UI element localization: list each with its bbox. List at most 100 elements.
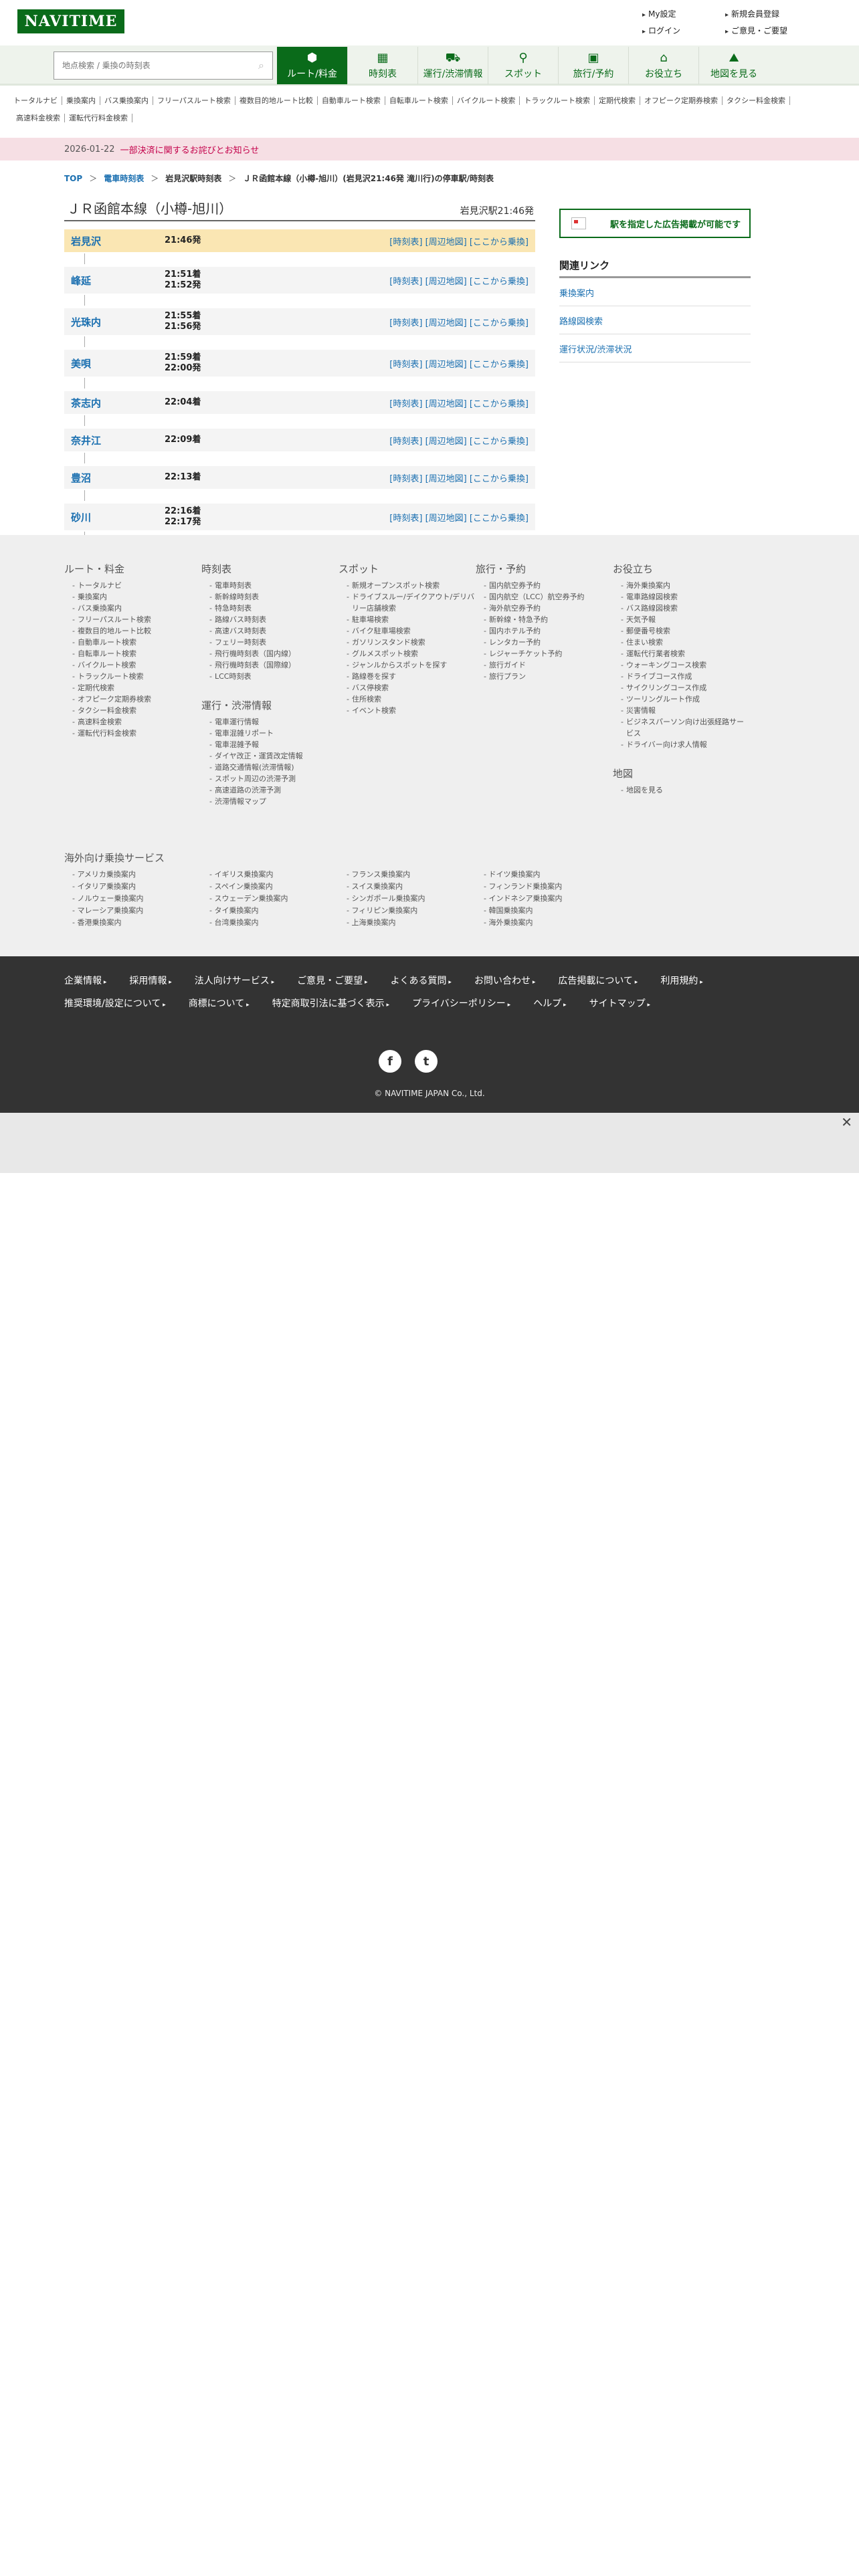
footer-link[interactable]: 飛行機時刻表（国際線） [201,659,339,671]
footer-link[interactable]: 住まい検索 [613,637,750,648]
footer-link[interactable]: ドライバー向け求人情報 [613,739,750,750]
footer-bottom-link[interactable]: よくある質問 [391,974,452,987]
overseas-link[interactable]: 韓国乗換案内 [476,905,613,917]
overseas-link[interactable]: フィリピン乗換案内 [339,905,476,917]
overseas-link[interactable]: 海外乗換案内 [476,917,613,929]
my-settings-link[interactable]: My設定 [642,8,725,19]
footer-link[interactable]: トラックルート検索 [64,671,201,682]
footer-link[interactable]: ビジネスパーソン向け出張経路サービス [613,716,750,739]
related-link-transfer[interactable]: 乗換案内 [559,278,751,306]
navitime-logo[interactable]: NAVITIME [17,9,124,33]
footer-bottom-link[interactable]: プライバシーポリシー [412,996,510,1010]
related-link-route-map[interactable]: 路線図検索 [559,306,751,334]
footer-link[interactable]: スポット周辺の渋滞予測 [201,773,339,784]
footer-link[interactable]: 駐車場検索 [339,614,476,625]
tab-travel[interactable]: ▣ 旅行/予約 [558,47,628,84]
station-name-link[interactable]: 茶志内 [71,396,165,410]
overseas-link[interactable]: フランス乗換案内 [339,869,476,881]
overseas-link[interactable]: スイス乗換案内 [339,881,476,893]
footer-link[interactable]: イベント検索 [339,705,476,716]
subnav-link[interactable]: タクシー料金検索 [723,96,791,105]
footer-link[interactable]: 乗換案内 [64,591,201,603]
subnav-link[interactable]: 定期代検索 [595,96,641,105]
breadcrumb-top[interactable]: TOP [64,174,82,183]
station-action-links[interactable]: [時刻表] [周辺地図] [ここから乗換] [272,316,529,328]
footer-link[interactable]: 道路交通情報(渋滞情報) [201,762,339,773]
footer-link[interactable]: ジャンルからスポットを探す [339,659,476,671]
footer-link[interactable]: 新幹線時刻表 [201,591,339,603]
footer-link[interactable]: サイクリングコース作成 [613,682,750,693]
subnav-link[interactable]: バス乗換案内 [100,96,153,105]
footer-bottom-link[interactable]: 商標について [189,996,250,1010]
footer-bottom-link[interactable]: サイトマップ [589,996,650,1010]
footer-link[interactable]: トータルナビ [64,580,201,591]
overseas-link[interactable]: インドネシア乗換案内 [476,893,613,905]
station-name-link[interactable]: 岩見沢 [71,234,165,248]
station-action-links[interactable]: [時刻表] [周辺地図] [ここから乗換] [272,471,529,484]
footer-link[interactable]: レンタカー予約 [476,637,613,648]
footer-link[interactable]: バイクルート検索 [64,659,201,671]
station-name-link[interactable]: 光珠内 [71,315,165,329]
subnav-link[interactable]: トータルナビ [12,96,62,105]
footer-link[interactable]: LCC時刻表 [201,671,339,682]
overseas-link[interactable]: 台湾乗換案内 [201,917,339,929]
notice-link[interactable]: 一部決済に関するお詫びとお知らせ [120,143,260,156]
footer-link[interactable]: バス路線図検索 [613,603,750,614]
station-action-links[interactable]: [時刻表] [周辺地図] [ここから乗換] [272,274,529,287]
footer-link[interactable]: 国内航空（LCC）航空券予約 [476,591,613,603]
station-name-link[interactable]: 奈井江 [71,433,165,447]
subnav-link[interactable]: オフピーク定期券検索 [640,96,723,105]
footer-bottom-link[interactable]: 法人向けサービス [195,974,274,987]
footer-link[interactable]: 国内ホテル予約 [476,625,613,637]
overseas-link[interactable]: イギリス乗換案内 [201,869,339,881]
footer-link[interactable]: 高速料金検索 [64,716,201,728]
station-name-link[interactable]: 豊沼 [71,471,165,485]
footer-link[interactable]: ツーリングルート作成 [613,693,750,705]
search-icon[interactable]: ⌕ [258,59,264,72]
breadcrumb-train-timetable[interactable]: 電車時刻表 [104,173,144,184]
overseas-link[interactable]: イタリア乗換案内 [64,881,201,893]
footer-link[interactable]: 自動車ルート検索 [64,637,201,648]
footer-link[interactable]: 電車混雑リポート [201,728,339,739]
footer-link[interactable]: 海外乗換案内 [613,580,750,591]
footer-link[interactable]: ガソリンスタンド検索 [339,637,476,648]
station-name-link[interactable]: 砂川 [71,510,165,524]
footer-bottom-link[interactable]: 特定商取引法に基づく表示 [272,996,389,1010]
footer-link[interactable]: 旅行プラン [476,671,613,682]
footer-link[interactable]: ウォーキングコース検索 [613,659,750,671]
footer-link[interactable]: 電車路線図検索 [613,591,750,603]
station-name-link[interactable]: 峰延 [71,274,165,288]
footer-link[interactable]: 飛行機時刻表（国内線） [201,648,339,659]
footer-link[interactable]: 郵便番号検索 [613,625,750,637]
close-icon[interactable]: ✕ [841,1114,852,1130]
overseas-link[interactable]: タイ乗換案内 [201,905,339,917]
footer-link[interactable]: 災害情報 [613,705,750,716]
footer-bottom-link[interactable]: 採用情報 [129,974,171,987]
tab-map[interactable]: ⛰ 地図を見る [698,47,769,84]
tab-spot[interactable]: ⚲ スポット [488,47,558,84]
footer-bottom-link[interactable]: 推奨環境/設定について [64,996,166,1010]
footer-link[interactable]: ドライブコース作成 [613,671,750,682]
footer-link[interactable]: タクシー料金検索 [64,705,201,716]
footer-link[interactable]: バス停検索 [339,682,476,693]
footer-link[interactable]: 旅行ガイド [476,659,613,671]
footer-link[interactable]: レジャーチケット予約 [476,648,613,659]
subnav-link[interactable]: フリーパスルート検索 [153,96,235,105]
overseas-link[interactable]: フィンランド乗換案内 [476,881,613,893]
subnav-link[interactable]: 複数目的地ルート比較 [235,96,318,105]
footer-link[interactable]: 運転代行料金検索 [64,728,201,739]
overseas-link[interactable]: ドイツ乗換案内 [476,869,613,881]
overseas-link[interactable]: スウェーデン乗換案内 [201,893,339,905]
twitter-icon[interactable]: t [415,1050,438,1073]
feedback-link[interactable]: ご意見・ご要望 [725,25,819,36]
footer-link[interactable]: 複数目的地ルート比較 [64,625,201,637]
subnav-link[interactable]: バイクルート検索 [452,96,520,105]
breadcrumb-station[interactable]: 岩見沢駅時刻表 [165,173,221,184]
footer-link[interactable]: フェリー時刻表 [201,637,339,648]
footer-bottom-link[interactable]: 利用規約 [660,974,702,987]
footer-link[interactable]: 高速道路の渋滞予測 [201,784,339,796]
footer-link[interactable]: 路線巻を探す [339,671,476,682]
footer-link[interactable]: オフピーク定期券検索 [64,693,201,705]
facebook-icon[interactable]: f [379,1050,401,1073]
footer-link[interactable]: 国内航空券予約 [476,580,613,591]
